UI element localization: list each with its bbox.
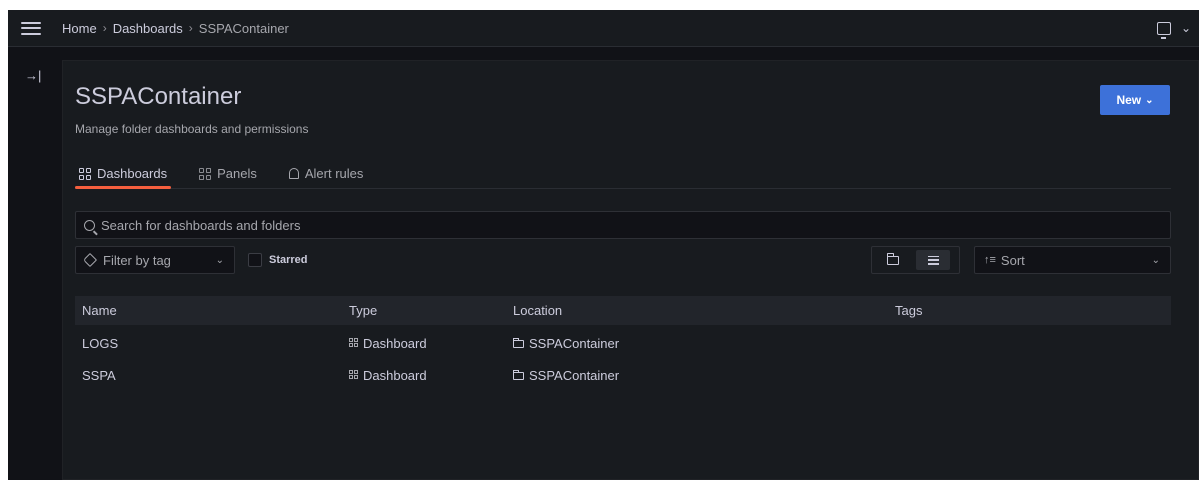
row-type-label: Dashboard (363, 367, 427, 383)
sort-label: Sort (1000, 252, 1025, 268)
tab-alert-rules[interactable]: Alert rules (285, 160, 368, 187)
tab-label: Dashboards (97, 166, 168, 181)
page-title: SSPAContainer (75, 83, 242, 110)
chevron-down-icon: ⌄ (215, 254, 224, 266)
search-box (75, 211, 1171, 239)
table-row[interactable]: SSPA Dashboard SSPAContainer (75, 359, 1171, 391)
tab-label: Panels (217, 166, 257, 181)
list-icon (927, 255, 939, 265)
column-header-location: Location (513, 303, 563, 318)
breadcrumb-separator-icon: › (102, 21, 107, 35)
tab-panels[interactable]: Panels (195, 160, 261, 187)
new-button-label: New (1116, 93, 1142, 107)
library-panel-icon (199, 167, 212, 180)
monitor-icon[interactable] (1156, 21, 1171, 39)
column-header-name[interactable]: Name (82, 303, 117, 318)
folder-panel: SSPAContainer Manage folder dashboards a… (62, 60, 1199, 480)
column-header-type: Type (349, 303, 378, 318)
breadcrumb-dashboards[interactable]: Dashboards (113, 21, 183, 36)
view-mode-toggle (871, 246, 960, 274)
sort-select[interactable]: ↑≡ Sort ⌄ (974, 246, 1171, 274)
top-navbar: Home › Dashboards › SSPAContainer ⌄ (8, 10, 1199, 47)
column-header-tags: Tags (895, 303, 923, 318)
row-name-link[interactable]: SSPA (82, 368, 116, 383)
page-subtitle: Manage folder dashboards and permissions (75, 122, 309, 136)
chevron-down-icon[interactable]: ⌄ (1181, 21, 1191, 35)
row-name-link[interactable]: LOGS (82, 336, 118, 351)
apps-icon (349, 370, 359, 380)
tab-dashboards[interactable]: Dashboards (75, 160, 172, 189)
starred-label: Starred (269, 254, 308, 266)
bell-icon (288, 168, 299, 179)
new-button[interactable]: New ⌄ (1100, 85, 1170, 115)
search-input[interactable] (101, 217, 701, 233)
breadcrumb-home[interactable]: Home (62, 21, 97, 36)
row-type: Dashboard (349, 336, 427, 351)
starred-filter[interactable]: Starred (248, 253, 308, 267)
starred-checkbox[interactable] (248, 253, 262, 267)
folder-icon (512, 370, 524, 380)
breadcrumb-separator-icon: › (188, 21, 193, 35)
row-type: Dashboard (349, 368, 427, 383)
dock-menu-icon[interactable]: →| (25, 68, 41, 83)
topbar-actions: ⌄ (1156, 21, 1191, 39)
menu-icon[interactable] (21, 21, 41, 35)
table-header: Name Type Location Tags (75, 296, 1171, 325)
breadcrumb-current: SSPAContainer (198, 20, 289, 36)
row-location: SSPAContainer (512, 367, 620, 383)
tab-label: Alert rules (304, 166, 364, 181)
tag-icon (82, 252, 98, 268)
folder-icon (512, 338, 524, 348)
apps-icon (349, 338, 359, 348)
row-location-label: SSPAContainer (529, 367, 620, 383)
chevron-down-icon: ⌄ (1145, 94, 1154, 106)
tag-filter-placeholder: Filter by tag (103, 252, 171, 268)
left-rail (8, 47, 53, 480)
search-icon (84, 219, 95, 231)
folder-view-button[interactable] (876, 250, 910, 270)
tag-filter-select[interactable]: Filter by tag ⌄ (75, 246, 235, 274)
breadcrumb: Home › Dashboards › SSPAContainer (62, 21, 289, 36)
table-row[interactable]: LOGS Dashboard SSPAContainer (75, 327, 1171, 359)
list-view-button[interactable] (916, 250, 950, 270)
apps-icon (79, 167, 91, 180)
row-type-label: Dashboard (363, 335, 427, 351)
row-location-label: SSPAContainer (529, 335, 620, 351)
row-location: SSPAContainer (512, 335, 620, 351)
folder-icon (886, 252, 899, 265)
chevron-down-icon: ⌄ (1151, 254, 1160, 266)
page-content: SSPAContainer Manage folder dashboards a… (53, 47, 1199, 480)
tab-bar: Dashboards Panels Alert rules (75, 160, 1171, 189)
sort-icon: ↑≡ (984, 254, 996, 266)
